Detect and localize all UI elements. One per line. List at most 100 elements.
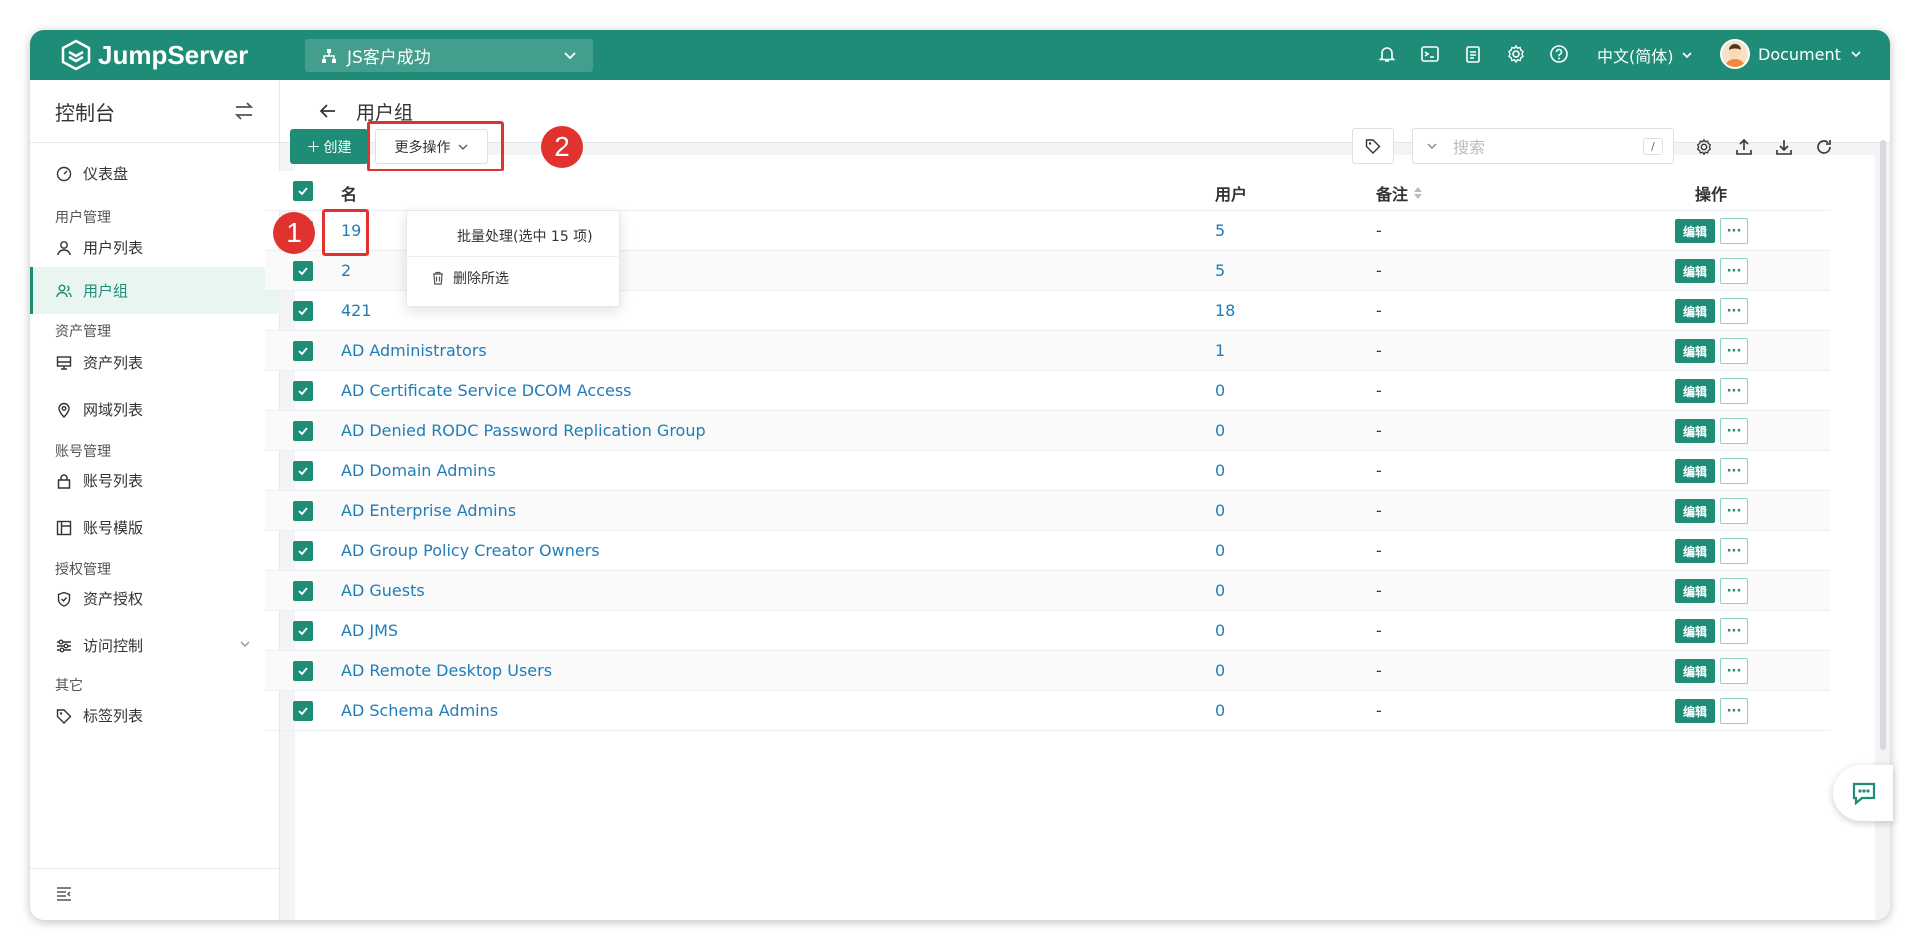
row-checkbox[interactable] <box>293 261 313 281</box>
select-all-checkbox[interactable] <box>293 181 313 201</box>
edit-button[interactable]: 编辑 <box>1675 459 1715 483</box>
group-name-link[interactable]: AD Certificate Service DCOM Access <box>341 381 632 400</box>
help-icon[interactable] <box>1548 43 1570 65</box>
row-checkbox[interactable] <box>293 421 313 441</box>
brand-logo[interactable]: JumpServer <box>60 38 248 72</box>
organization-select[interactable]: JS客户成功 <box>305 39 593 72</box>
user-count-link[interactable]: 0 <box>1215 661 1225 680</box>
user-menu[interactable]: Document <box>1720 39 1863 69</box>
more-row-actions-button[interactable]: ··· <box>1720 218 1748 244</box>
batch-process-item[interactable]: 批量处理(选中 15 项) <box>457 226 593 246</box>
group-name-link[interactable]: AD Guests <box>341 581 425 600</box>
sidebar-item-access-control[interactable]: 访问控制 <box>30 622 280 669</box>
sidebar-item-user-group[interactable]: 用户组 <box>30 267 280 314</box>
more-row-actions-button[interactable]: ··· <box>1720 618 1748 644</box>
language-switcher[interactable]: 中文(简体) <box>1597 43 1694 67</box>
group-name-link[interactable]: AD Remote Desktop Users <box>341 661 552 680</box>
edit-button[interactable]: 编辑 <box>1675 539 1715 563</box>
row-checkbox[interactable] <box>293 381 313 401</box>
row-checkbox[interactable] <box>293 661 313 681</box>
group-name-link[interactable]: AD Enterprise Admins <box>341 501 516 520</box>
column-header-name[interactable]: 名 <box>341 181 357 205</box>
chat-assistant-button[interactable] <box>1833 765 1893 821</box>
user-count-link[interactable]: 0 <box>1215 381 1225 400</box>
row-checkbox[interactable] <box>293 501 313 521</box>
user-count-link[interactable]: 0 <box>1215 541 1225 560</box>
more-row-actions-button[interactable]: ··· <box>1720 298 1748 324</box>
user-count-link[interactable]: 0 <box>1215 701 1225 720</box>
back-arrow-icon[interactable] <box>318 101 338 121</box>
group-name-link[interactable]: AD JMS <box>341 621 398 640</box>
edit-button[interactable]: 编辑 <box>1675 499 1715 523</box>
create-button[interactable]: ＋ 创建 <box>290 129 368 164</box>
upload-icon[interactable] <box>1733 136 1754 157</box>
bell-icon[interactable] <box>1376 43 1398 65</box>
row-checkbox[interactable] <box>293 301 313 321</box>
edit-button[interactable]: 编辑 <box>1675 339 1715 363</box>
user-count-link[interactable]: 0 <box>1215 581 1225 600</box>
collapse-menu-icon[interactable] <box>55 885 73 907</box>
edit-button[interactable]: 编辑 <box>1675 219 1715 243</box>
user-count-link[interactable]: 0 <box>1215 421 1225 440</box>
sidebar-item-asset-permission[interactable]: 资产授权 <box>30 575 280 622</box>
user-count-link[interactable]: 0 <box>1215 501 1225 520</box>
settings-icon[interactable] <box>1693 136 1714 157</box>
group-name-link[interactable]: 2 <box>341 261 351 280</box>
edit-button[interactable]: 编辑 <box>1675 659 1715 683</box>
more-row-actions-button[interactable]: ··· <box>1720 258 1748 284</box>
page-scrollbar[interactable] <box>1880 140 1886 750</box>
sidebar-item-tag-list[interactable]: 标签列表 <box>30 692 280 739</box>
user-count-link[interactable]: 18 <box>1215 301 1235 320</box>
user-count-link[interactable]: 1 <box>1215 341 1225 360</box>
download-icon[interactable] <box>1773 136 1794 157</box>
more-row-actions-button[interactable]: ··· <box>1720 418 1748 444</box>
sidebar-item-dashboard[interactable]: 仪表盘 <box>30 150 280 197</box>
row-checkbox[interactable] <box>293 461 313 481</box>
chevron-down-icon[interactable] <box>1425 139 1439 153</box>
more-row-actions-button[interactable]: ··· <box>1720 498 1748 524</box>
search-input[interactable]: 搜索 / <box>1412 128 1674 164</box>
sidebar-item-account-list[interactable]: 账号列表 <box>30 457 280 504</box>
sidebar-item-asset-list[interactable]: 资产列表 <box>30 339 280 386</box>
edit-button[interactable]: 编辑 <box>1675 259 1715 283</box>
refresh-icon[interactable] <box>1813 136 1834 157</box>
sidebar-item-user-list[interactable]: 用户列表 <box>30 224 280 271</box>
more-row-actions-button[interactable]: ··· <box>1720 338 1748 364</box>
edit-button[interactable]: 编辑 <box>1675 579 1715 603</box>
row-checkbox[interactable] <box>293 581 313 601</box>
edit-button[interactable]: 编辑 <box>1675 699 1715 723</box>
row-checkbox[interactable] <box>293 701 313 721</box>
row-checkbox[interactable] <box>293 341 313 361</box>
group-name-link[interactable]: AD Schema Admins <box>341 701 498 720</box>
delete-selected-item[interactable]: 删除所选 <box>431 268 509 288</box>
more-row-actions-button[interactable]: ··· <box>1720 698 1748 724</box>
row-checkbox[interactable] <box>293 541 313 561</box>
user-count-link[interactable]: 5 <box>1215 261 1225 280</box>
edit-button[interactable]: 编辑 <box>1675 379 1715 403</box>
edit-button[interactable]: 编辑 <box>1675 419 1715 443</box>
group-name-link[interactable]: 421 <box>341 301 372 320</box>
edit-button[interactable]: 编辑 <box>1675 299 1715 323</box>
user-count-link[interactable]: 5 <box>1215 221 1225 240</box>
clipboard-icon[interactable] <box>1462 43 1484 65</box>
more-row-actions-button[interactable]: ··· <box>1720 578 1748 604</box>
more-row-actions-button[interactable]: ··· <box>1720 538 1748 564</box>
more-row-actions-button[interactable]: ··· <box>1720 378 1748 404</box>
group-name-link[interactable]: AD Group Policy Creator Owners <box>341 541 600 560</box>
sort-icon[interactable] <box>1413 186 1423 200</box>
terminal-icon[interactable] <box>1419 43 1441 65</box>
edit-button[interactable]: 编辑 <box>1675 619 1715 643</box>
user-count-link[interactable]: 0 <box>1215 461 1225 480</box>
row-checkbox[interactable] <box>293 621 313 641</box>
sidebar-item-account-template[interactable]: 账号模版 <box>30 504 280 551</box>
more-row-actions-button[interactable]: ··· <box>1720 458 1748 484</box>
group-name-link[interactable]: AD Denied RODC Password Replication Grou… <box>341 421 706 440</box>
tag-filter-button[interactable] <box>1352 128 1394 164</box>
group-name-link[interactable]: AD Administrators <box>341 341 487 360</box>
group-name-link[interactable]: AD Domain Admins <box>341 461 496 480</box>
column-header-note[interactable]: 备注 <box>1376 181 1423 205</box>
gear-icon[interactable] <box>1505 43 1527 65</box>
sidebar-item-domain-list[interactable]: 网域列表 <box>30 386 280 433</box>
more-row-actions-button[interactable]: ··· <box>1720 658 1748 684</box>
swap-view-icon[interactable] <box>233 100 255 127</box>
